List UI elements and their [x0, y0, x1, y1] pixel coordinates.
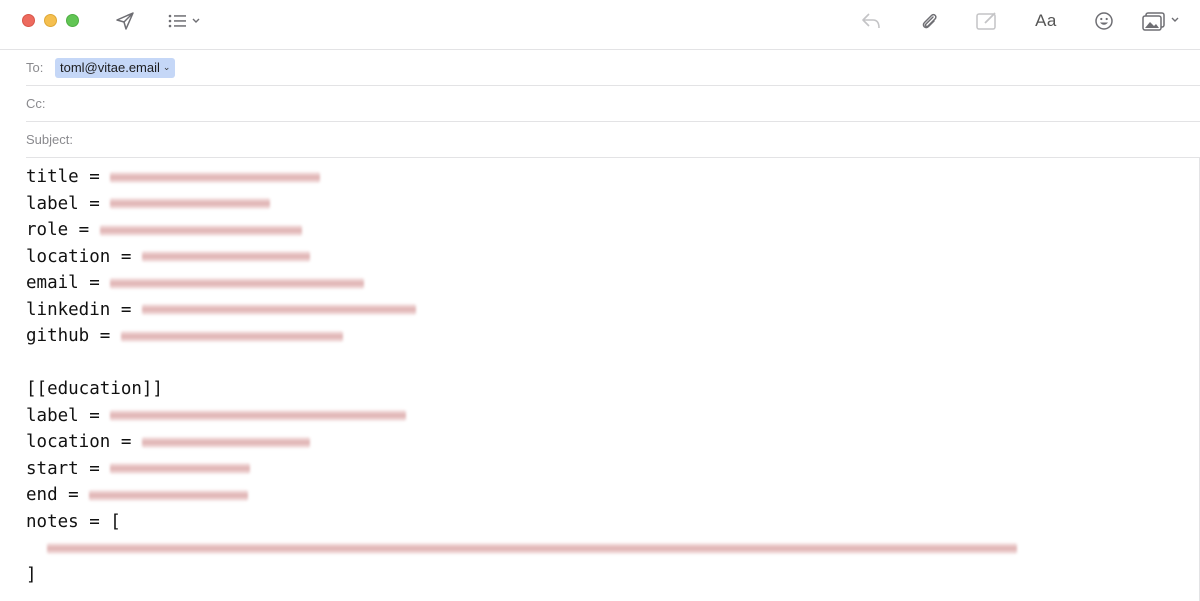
- message-body[interactable]: title = label = role = location = email …: [26, 164, 1186, 588]
- cc-field-row: Cc:: [26, 86, 1200, 122]
- body-line: title =: [26, 164, 1186, 191]
- cc-input[interactable]: [62, 96, 962, 111]
- close-window-button[interactable]: [22, 14, 35, 27]
- subject-input[interactable]: [98, 132, 999, 147]
- body-line: start =: [26, 456, 1186, 483]
- chevron-down-icon: ⌄: [162, 61, 171, 72]
- body-line: github =: [26, 323, 1186, 350]
- subject-field-row: Subject:: [26, 122, 1200, 158]
- section-header: [[education]]: [26, 379, 163, 399]
- redacted-value: [110, 410, 407, 422]
- field-key: ]: [26, 564, 37, 585]
- list-format-icon[interactable]: [165, 8, 205, 34]
- paperclip-icon[interactable]: [916, 8, 942, 34]
- field-key: label =: [26, 405, 111, 426]
- field-key: location =: [26, 246, 142, 267]
- field-key: linkedin =: [26, 299, 142, 320]
- to-label: To:: [26, 60, 44, 75]
- body-line: end =: [26, 482, 1186, 509]
- send-icon[interactable]: [112, 8, 138, 34]
- field-key: location =: [26, 432, 142, 452]
- body-line: email =: [26, 270, 1186, 297]
- field-key: label =: [26, 193, 111, 214]
- redacted-value: [141, 436, 310, 448]
- field-key: github =: [26, 326, 121, 346]
- body-line: role =: [26, 217, 1186, 244]
- body-line: [26, 535, 1186, 562]
- body-line: location =: [26, 429, 1186, 456]
- markup-icon[interactable]: [973, 8, 1001, 34]
- body-line: [[education]]: [26, 376, 1186, 403]
- recipient-address: toml@vitae.email: [60, 59, 160, 75]
- cc-label: Cc:: [26, 96, 46, 111]
- field-key: notes = [: [26, 511, 121, 532]
- minimize-window-button[interactable]: [44, 14, 57, 27]
- subject-label: Subject:: [26, 132, 73, 147]
- redacted-value: [89, 489, 249, 501]
- photo-browser-icon[interactable]: [1141, 8, 1185, 34]
- field-key: end =: [26, 485, 90, 505]
- recipient-token[interactable]: toml@vitae.email ⌄: [55, 57, 176, 78]
- redacted-value: [141, 304, 416, 316]
- font-label: Aa: [1035, 11, 1057, 30]
- to-field-row: To: toml@vitae.email ⌄: [26, 50, 1200, 86]
- redacted-value: [141, 251, 310, 263]
- redacted-value: [110, 463, 251, 475]
- body-line: label =: [26, 403, 1186, 430]
- redacted-value: [99, 224, 302, 236]
- toolbar: Aa: [0, 0, 1200, 42]
- body-line: notes = [: [26, 509, 1186, 536]
- font-icon[interactable]: Aa: [1030, 8, 1062, 34]
- redacted-value: [110, 277, 365, 289]
- redacted-value: [110, 198, 271, 210]
- body-line: linkedin =: [26, 297, 1186, 324]
- body-line: ]: [26, 562, 1186, 589]
- reply-icon[interactable]: [857, 8, 885, 34]
- emoji-icon[interactable]: [1091, 8, 1117, 34]
- body-line: location =: [26, 244, 1186, 271]
- field-key: start =: [26, 458, 111, 479]
- redacted-value: [120, 330, 343, 342]
- field-key: [26, 535, 47, 562]
- body-line: label =: [26, 191, 1186, 218]
- zoom-window-button[interactable]: [66, 14, 79, 27]
- field-key: email =: [26, 273, 111, 293]
- redacted-value: [110, 171, 321, 183]
- body-line: [26, 350, 1186, 377]
- field-key: role =: [26, 220, 100, 240]
- field-key: title =: [26, 167, 111, 187]
- redacted-value: [47, 542, 1018, 554]
